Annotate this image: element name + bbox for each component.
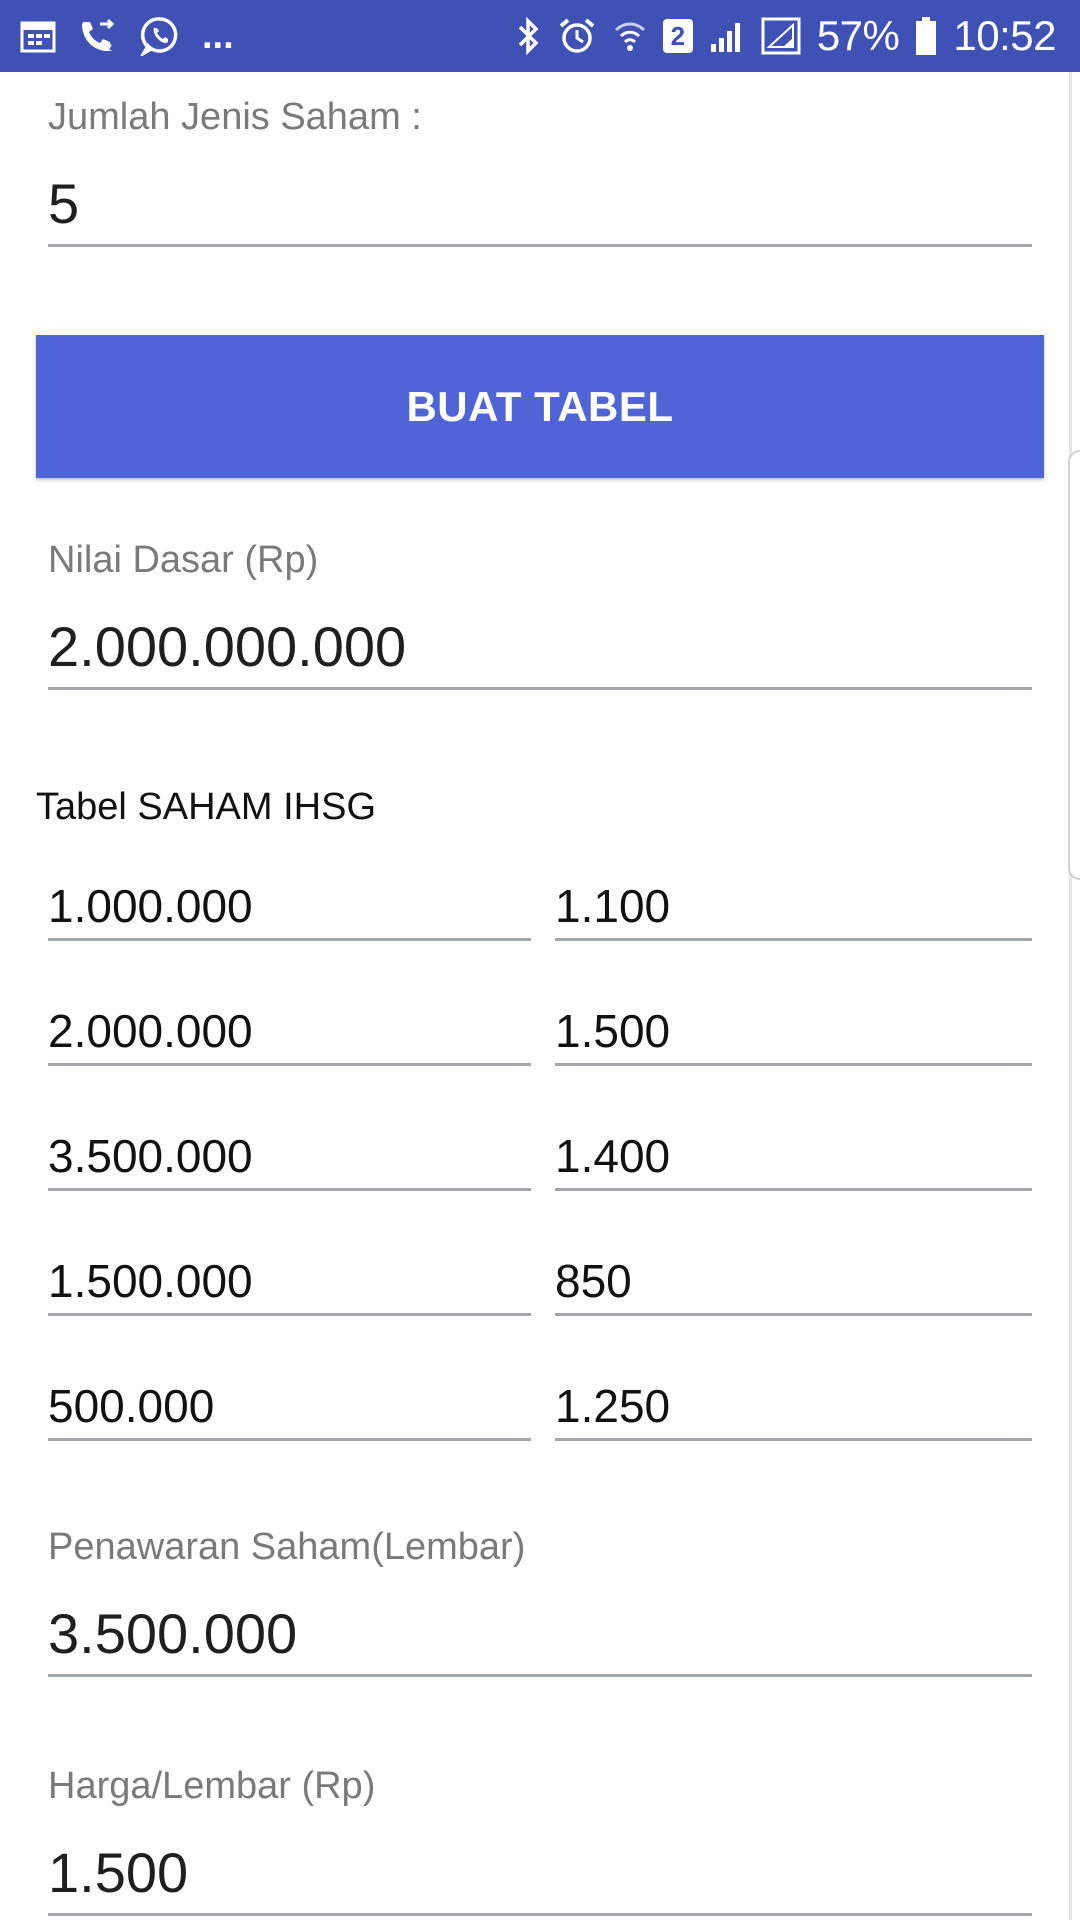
- table-cell-shares[interactable]: [48, 873, 531, 941]
- edge-panel-handle[interactable]: [1068, 450, 1080, 880]
- harga-lembar-input[interactable]: [48, 1832, 1032, 1916]
- penawaran-saham-label: Penawaran Saham(Lembar): [48, 1526, 526, 1568]
- jumlah-jenis-saham-label: Jumlah Jenis Saham :: [48, 96, 422, 138]
- whatsapp-icon: [140, 16, 180, 56]
- status-time: 10:52: [953, 12, 1056, 59]
- status-bar: 2 ... 2 57% 10:52: [0, 0, 1080, 72]
- table-title: Tabel SAHAM IHSG: [36, 786, 376, 828]
- table-cell-shares[interactable]: [48, 1123, 531, 1191]
- svg-text:2: 2: [106, 42, 112, 54]
- penawaran-saham-input[interactable]: [48, 1593, 1032, 1677]
- sim-2-badge: 2: [662, 19, 693, 53]
- calendar-icon: [20, 19, 56, 53]
- battery-icon: [915, 16, 937, 56]
- status-right: 2 57% 10:52: [517, 0, 1056, 72]
- harga-lembar-label: Harga/Lembar (Rp): [48, 1765, 376, 1807]
- table-cell-shares[interactable]: [48, 1248, 531, 1316]
- form-content[interactable]: Jumlah Jenis Saham : BUAT TABEL Nilai Da…: [0, 72, 1080, 1920]
- table-cell-price[interactable]: [555, 873, 1032, 941]
- battery-percent: 57%: [816, 12, 900, 59]
- signal-icon: [709, 18, 745, 54]
- nilai-dasar-input[interactable]: [48, 606, 1032, 690]
- table-cell-price[interactable]: [555, 998, 1032, 1066]
- buat-tabel-button[interactable]: BUAT TABEL: [36, 335, 1044, 478]
- signal-icon: [761, 16, 801, 56]
- call-forward-icon: 2: [78, 18, 118, 54]
- scrollbar-track: [1069, 72, 1072, 1920]
- table-cell-shares[interactable]: [48, 1373, 531, 1441]
- table-cell-price[interactable]: [555, 1248, 1032, 1316]
- nilai-dasar-label: Nilai Dasar (Rp): [48, 539, 319, 581]
- wifi-icon: [613, 18, 647, 54]
- table-cell-price[interactable]: [555, 1373, 1032, 1441]
- jumlah-jenis-saham-input[interactable]: [48, 163, 1032, 247]
- bluetooth-icon: [517, 16, 541, 56]
- table-cell-price[interactable]: [555, 1123, 1032, 1191]
- status-left: 2 ...: [20, 0, 234, 72]
- alarm-icon: [557, 16, 597, 56]
- status-overflow: ...: [202, 15, 234, 57]
- table-cell-shares[interactable]: [48, 998, 531, 1066]
